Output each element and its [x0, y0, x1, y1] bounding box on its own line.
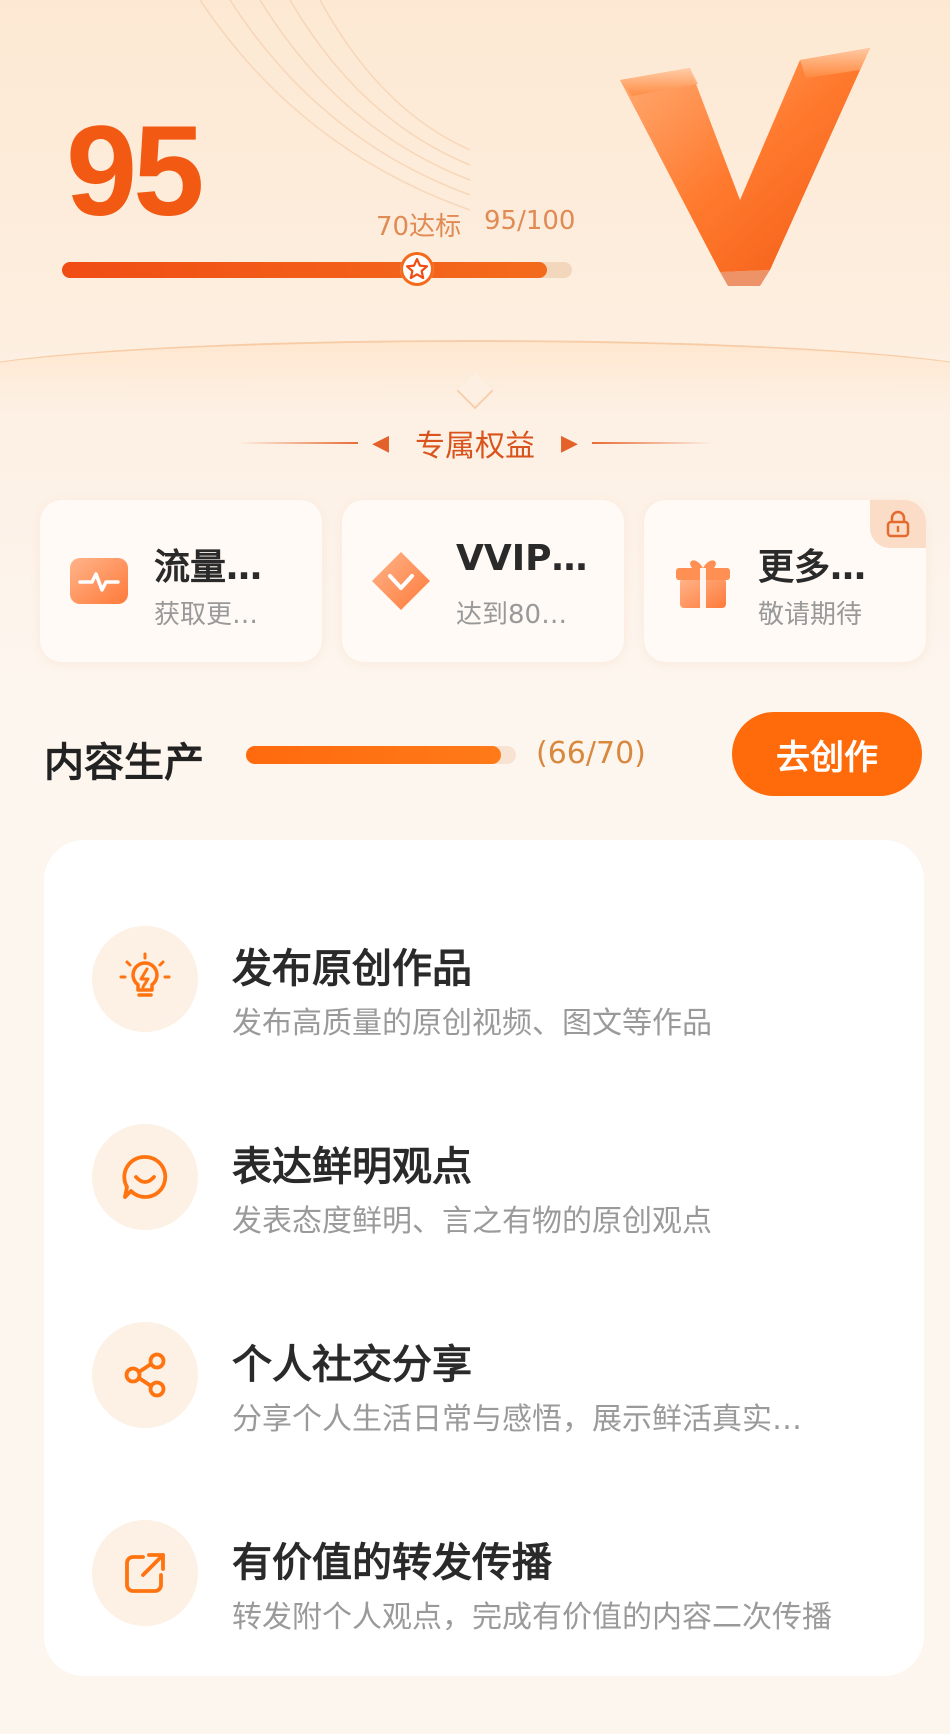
chat-smile-icon: [92, 1124, 198, 1230]
gift-icon: [676, 560, 730, 608]
divider-line: [591, 442, 712, 444]
target-label: 70达标: [376, 212, 462, 242]
traffic-pulse-icon: [70, 558, 128, 604]
content-progress-bar: [246, 746, 516, 764]
forward-icon: [92, 1520, 198, 1626]
arrow-right-icon: ▶: [561, 430, 578, 456]
section-title: 内容生产: [44, 740, 204, 786]
task-item-valuable-repost[interactable]: 有价值的转发传播 转发附个人观点，完成有价值的内容二次传播: [44, 1500, 924, 1660]
benefit-cards: 流量… 获取更… VVIP… 达到80… 更多… 敬请期待: [40, 500, 926, 662]
lock-icon: [886, 510, 910, 538]
benefit-subtitle: 达到80…: [456, 600, 568, 630]
benefits-header: ◀ 专属权益 ▶: [0, 420, 950, 466]
target-star-icon: [400, 252, 434, 286]
arrow-left-icon: ◀: [372, 430, 389, 456]
task-item-express-views[interactable]: 表达鲜明观点 发表态度鲜明、言之有物的原创观点: [44, 1104, 924, 1264]
content-progress-count: (66/70): [536, 736, 646, 771]
diamond-icon: [372, 552, 430, 610]
benefit-card-traffic[interactable]: 流量… 获取更…: [40, 500, 322, 662]
content-progress-fill: [246, 746, 501, 764]
benefits-title: 专属权益: [415, 429, 535, 464]
benefit-title: 流量…: [154, 547, 263, 588]
task-description: 发布高质量的原创视频、图文等作品: [232, 1006, 712, 1041]
create-button[interactable]: 去创作: [732, 712, 922, 796]
task-item-publish-original[interactable]: 发布原创作品 发布高质量的原创视频、图文等作品: [44, 906, 924, 1066]
task-description: 转发附个人观点，完成有价值的内容二次传播: [232, 1600, 832, 1635]
task-item-social-share[interactable]: 个人社交分享 分享个人生活日常与感悟，展示鲜活真实…: [44, 1302, 924, 1462]
v-badge-logo: [620, 48, 870, 286]
score-progress-label: 95/100: [484, 206, 576, 236]
benefit-card-vvip[interactable]: VVIP… 达到80…: [342, 500, 624, 662]
task-title: 发布原创作品: [232, 946, 472, 992]
lightbulb-icon: [92, 926, 198, 1032]
task-list: 发布原创作品 发布高质量的原创视频、图文等作品 表达鲜明观点 发表态度鲜明、言之…: [44, 840, 924, 1676]
task-description: 分享个人生活日常与感悟，展示鲜活真实…: [232, 1402, 802, 1437]
score-progress-bar: [62, 262, 572, 278]
benefit-card-more[interactable]: 更多… 敬请期待: [644, 500, 926, 662]
task-description: 发表态度鲜明、言之有物的原创观点: [232, 1204, 712, 1239]
credit-score: 95: [66, 100, 204, 243]
benefit-title: VVIP…: [456, 538, 588, 579]
task-title: 个人社交分享: [232, 1342, 472, 1388]
benefit-subtitle: 获取更…: [154, 600, 259, 630]
score-progress-fill: [62, 262, 547, 278]
divider-line: [238, 442, 359, 444]
share-icon: [92, 1322, 198, 1428]
benefit-subtitle: 敬请期待: [758, 600, 863, 630]
lock-badge: [870, 500, 926, 548]
task-title: 表达鲜明观点: [232, 1144, 472, 1190]
task-title: 有价值的转发传播: [232, 1540, 552, 1586]
